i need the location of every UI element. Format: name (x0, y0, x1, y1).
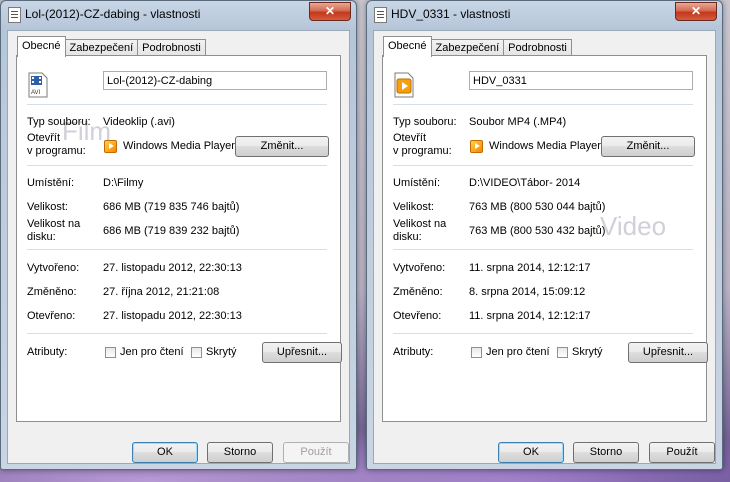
apply-button[interactable]: Použít (283, 442, 349, 463)
general-panel: AVI Film Lol-(2012)-CZ-dabing Typ soubor… (16, 55, 342, 422)
media-player-icon (470, 140, 483, 153)
accessed-label: Otevřeno: (27, 310, 76, 322)
created-value: 27. listopadu 2012, 22:30:13 (103, 262, 242, 274)
icon-text: AVI (31, 90, 41, 96)
readonly-label: Jen pro čtení (120, 346, 184, 358)
dialog-client: Obecné Zabezpečení Podrobnosti Video HDV… (373, 30, 716, 464)
accessed-label: Otevřeno: (393, 310, 442, 322)
modified-value: 8. srpna 2014, 15:09:12 (469, 286, 586, 298)
separator (393, 249, 693, 250)
type-value: Videoklip (.avi) (103, 116, 175, 128)
properties-window-avi: Lol-(2012)-CZ-dabing - vlastnosti ✕ Obec… (0, 0, 357, 470)
separator (393, 333, 693, 334)
title-bar[interactable]: Lol-(2012)-CZ-dabing - vlastnosti ✕ (1, 1, 356, 27)
file-name-field[interactable]: Lol-(2012)-CZ-dabing (103, 71, 327, 90)
location-label: Umístění: (27, 177, 75, 189)
hidden-checkbox[interactable] (191, 347, 202, 358)
created-value: 11. srpna 2014, 12:12:17 (469, 262, 591, 274)
separator (27, 333, 327, 334)
advanced-button[interactable]: Upřesnit... (262, 342, 342, 363)
type-value: Soubor MP4 (.MP4) (469, 116, 567, 128)
tab-strip: Obecné Zabezpečení Podrobnosti (383, 36, 572, 57)
size-on-disk-label: Velikost na disku: (27, 218, 81, 243)
title-bar[interactable]: HDV_0331 - vlastnosti ✕ (367, 1, 722, 27)
hidden-label: Skrytý (572, 346, 603, 358)
separator (393, 165, 693, 166)
dialog-client: Obecné Zabezpečení Podrobnosti AVI Film … (7, 30, 350, 464)
type-label: Typ souboru: (27, 116, 91, 128)
properties-window-mp4: HDV_0331 - vlastnosti ✕ Obecné Zabezpeče… (366, 0, 723, 470)
separator (27, 249, 327, 250)
separator (393, 104, 693, 105)
change-button[interactable]: Změnit... (601, 136, 695, 157)
location-value: D:\Filmy (103, 177, 144, 189)
size-on-disk-value: 686 MB (719 839 232 bajtů) (103, 225, 240, 237)
ok-button[interactable]: OK (132, 442, 198, 463)
hidden-label: Skrytý (206, 346, 237, 358)
cancel-button[interactable]: Storno (207, 442, 273, 463)
general-panel: Video HDV_0331 Typ souboru: Soubor MP4 (… (382, 55, 708, 422)
size-on-disk-value: 763 MB (800 530 432 bajtů) (469, 225, 606, 237)
cancel-button[interactable]: Storno (573, 442, 639, 463)
size-label: Velikost: (393, 201, 434, 213)
size-value: 763 MB (800 530 044 bajtů) (469, 201, 606, 213)
size-on-disk-label: Velikost na disku: (393, 218, 447, 243)
separator (27, 165, 327, 166)
attributes-label: Atributy: (27, 346, 68, 358)
apply-button[interactable]: Použít (649, 442, 715, 463)
window-title: HDV_0331 - vlastnosti (391, 7, 511, 21)
modified-label: Změněno: (393, 286, 443, 298)
open-with-value: Windows Media Player (489, 140, 601, 152)
media-player-icon (104, 140, 117, 153)
tab-strip: Obecné Zabezpečení Podrobnosti (17, 36, 206, 57)
location-label: Umístění: (393, 177, 441, 189)
open-with-label: Otevřít v programu: (393, 132, 452, 157)
open-with-label: Otevřít v programu: (27, 132, 86, 157)
mp4-file-icon (394, 72, 414, 98)
file-name-field[interactable]: HDV_0331 (469, 71, 693, 90)
readonly-checkbox[interactable] (105, 347, 116, 358)
hidden-checkbox[interactable] (557, 347, 568, 358)
tab-general[interactable]: Obecné (17, 36, 66, 57)
created-label: Vytvořeno: (393, 262, 446, 274)
separator (27, 104, 327, 105)
advanced-button[interactable]: Upřesnit... (628, 342, 708, 363)
size-label: Velikost: (27, 201, 68, 213)
readonly-checkbox[interactable] (471, 347, 482, 358)
avi-file-icon: AVI (28, 72, 48, 98)
open-with-value: Windows Media Player (123, 140, 235, 152)
size-value: 686 MB (719 835 746 bajtů) (103, 201, 240, 213)
created-label: Vytvořeno: (27, 262, 80, 274)
accessed-value: 11. srpna 2014, 12:12:17 (469, 310, 591, 322)
tab-general[interactable]: Obecné (383, 36, 432, 57)
ok-button[interactable]: OK (498, 442, 564, 463)
watermark-text: Video (600, 211, 667, 241)
window-title: Lol-(2012)-CZ-dabing - vlastnosti (25, 7, 201, 21)
modified-label: Změněno: (27, 286, 77, 298)
close-button[interactable]: ✕ (675, 2, 717, 21)
close-button[interactable]: ✕ (309, 2, 351, 21)
document-icon (374, 7, 387, 23)
location-value: D:\VIDEO\Tábor- 2014 (469, 177, 581, 189)
document-icon (8, 7, 21, 23)
accessed-value: 27. listopadu 2012, 22:30:13 (103, 310, 242, 322)
readonly-label: Jen pro čtení (486, 346, 550, 358)
attributes-label: Atributy: (393, 346, 434, 358)
modified-value: 27. října 2012, 21:21:08 (103, 286, 220, 298)
change-button[interactable]: Změnit... (235, 136, 329, 157)
type-label: Typ souboru: (393, 116, 457, 128)
